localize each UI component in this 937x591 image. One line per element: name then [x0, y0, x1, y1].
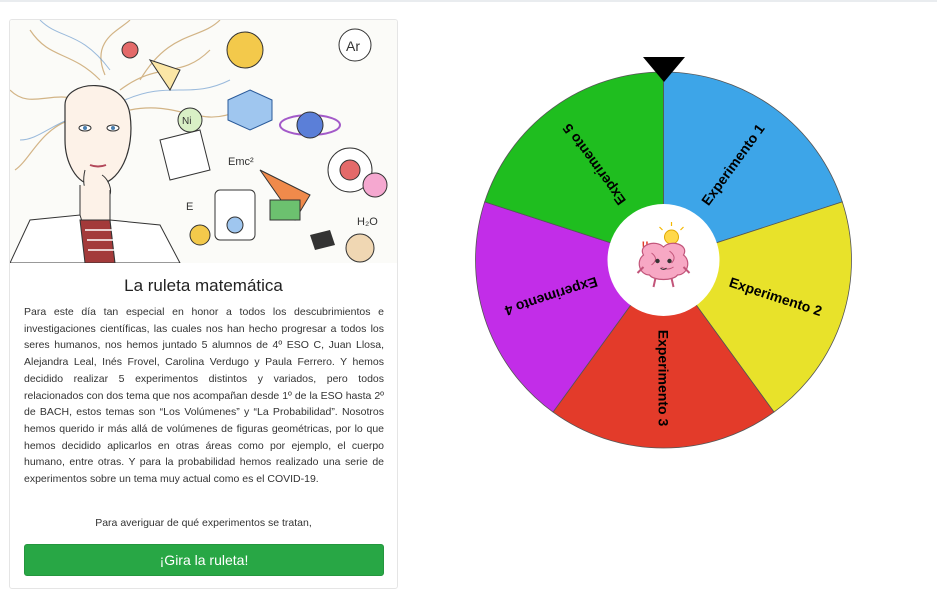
image-letter-ar: Ar — [346, 38, 360, 54]
image-letter-e: E — [186, 201, 193, 213]
card-description: Para este día tan especial en honor a to… — [24, 306, 384, 486]
top-border — [0, 0, 937, 2]
roulette-wheel[interactable]: Experimento 1Experimento 2Experimento 3E… — [460, 50, 870, 460]
science-illustration: Ar Ni Emc² H₂O E — [10, 20, 397, 263]
wheel-segment-label-3: Experimento 3 — [656, 330, 672, 427]
roulette-wheel-container[interactable]: Experimento 1 Experimento 2 Experimento 3E… — [460, 50, 870, 460]
spin-wheel-button[interactable]: ¡Gira la ruleta! — [24, 544, 384, 576]
image-letter-ni: Ni — [182, 116, 191, 127]
image-formula: Emc² — [228, 156, 254, 168]
card-title: La ruleta matemática — [124, 276, 283, 295]
card-prompt: Para averiguar de qué experimentos se tr… — [95, 517, 312, 529]
image-formula-water: H₂O — [357, 216, 378, 228]
info-card: Ar Ni Emc² H₂O E La ruleta matemática Pa… — [9, 19, 398, 589]
